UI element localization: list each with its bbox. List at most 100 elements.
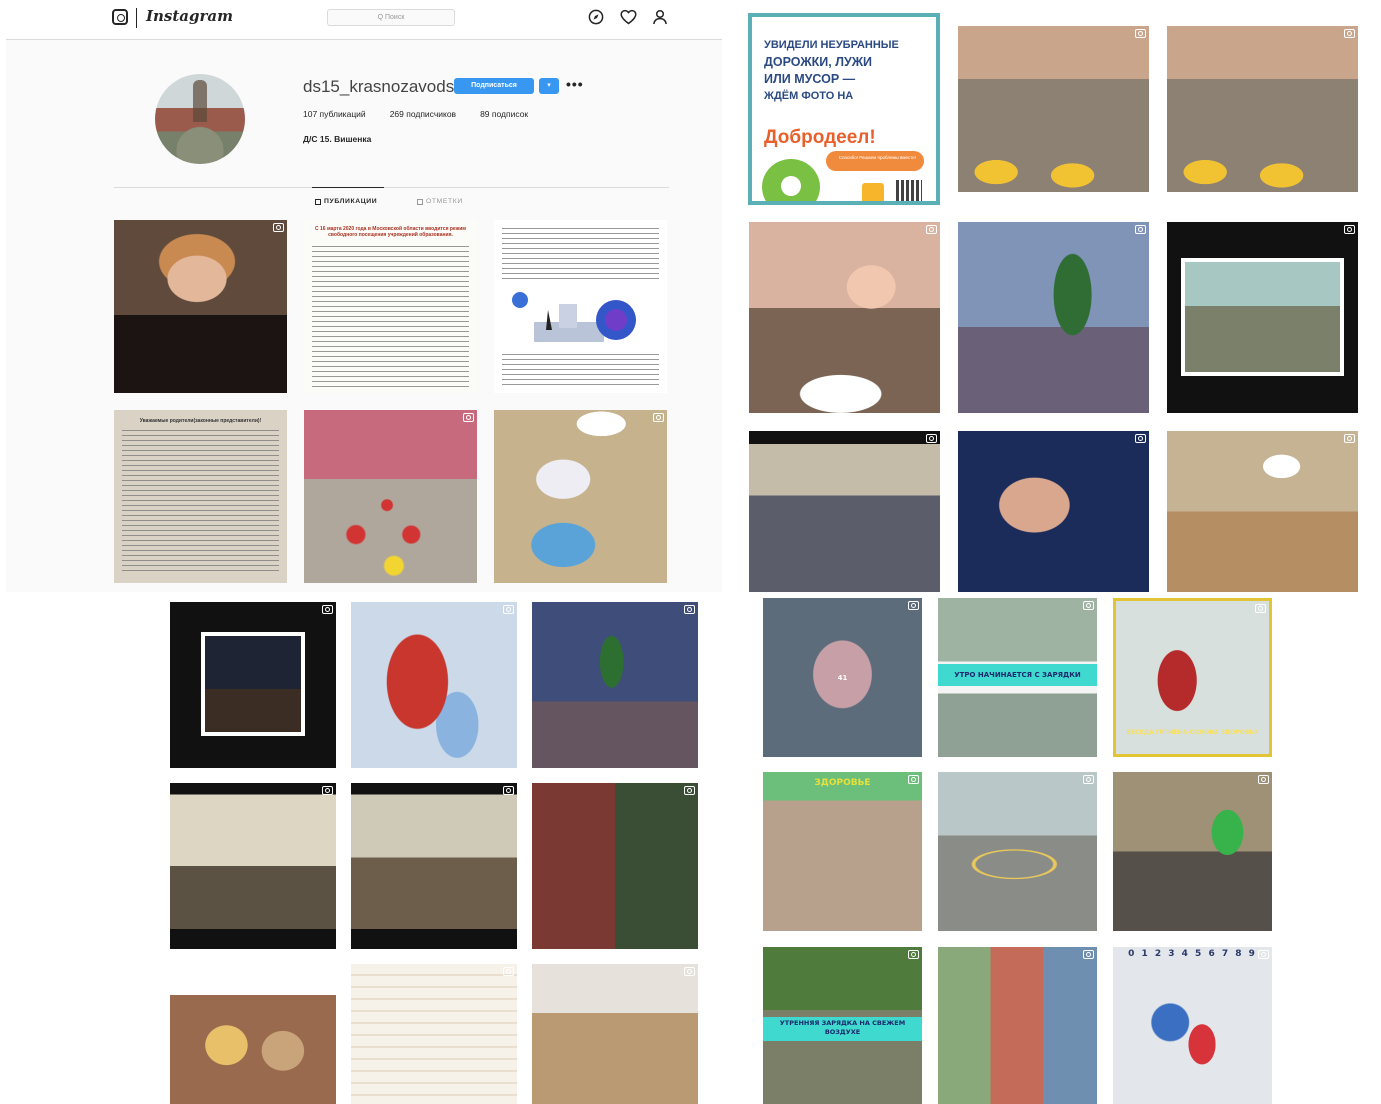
post-tile[interactable] [749, 222, 940, 413]
post-tile[interactable] [938, 947, 1097, 1104]
post-tile[interactable] [170, 783, 336, 949]
following-link[interactable]: 89 подписок [480, 109, 528, 119]
post-tile[interactable]: 41 [763, 598, 922, 757]
profile-person-icon[interactable] [651, 8, 669, 26]
post-tile[interactable] [1167, 431, 1358, 592]
carousel-badge-icon [273, 223, 284, 232]
profile-full-name: Д/С 15. Вишенка [303, 134, 372, 144]
document-text-lines [312, 246, 469, 387]
document-text-lines [122, 430, 279, 575]
post-tile[interactable]: БЕСЕДА ГИГИЕНА-ОСНОВА ЗДОРОВЬЯ [1113, 598, 1272, 757]
poster-line: УВИДЕЛИ НЕУБРАННЫЕ [764, 39, 899, 51]
post-tile[interactable] [1167, 222, 1358, 413]
active-tab-indicator [312, 187, 384, 188]
post-tile[interactable] [749, 431, 940, 592]
smile-icon [862, 183, 884, 201]
carousel-badge-icon [322, 786, 333, 795]
profile-stats: 107 публикаций 269 подписчиков 89 подпис… [303, 109, 528, 119]
tabs-divider [114, 187, 669, 188]
post-tile[interactable]: Уважаемые родители(законные представител… [114, 410, 287, 583]
carousel-badge-icon [1135, 29, 1146, 38]
poster-line: ДОРОЖКИ, ЛУЖИ [764, 55, 873, 69]
post-tile[interactable] [958, 26, 1149, 192]
banner-caption: УТРЕННЯЯ ЗАРЯДКА НА СВЕЖЕМ ВОЗДУХЕ [779, 1019, 906, 1036]
carousel-badge-icon [1135, 434, 1146, 443]
post-tile[interactable] [1167, 26, 1358, 192]
dobrodel-logo [762, 159, 820, 201]
post-tile[interactable] [958, 222, 1149, 413]
post-tile[interactable] [114, 220, 287, 393]
post-grid-top-right: УВИДЕЛИ НЕУБРАННЫЕ ДОРОЖКИ, ЛУЖИ ИЛИ МУС… [722, 0, 1381, 592]
carousel-badge-icon [908, 775, 919, 784]
profile-username: ds15_krasnozavodsk [303, 77, 463, 96]
notice-title: Уважаемые родители(законные представител… [139, 418, 262, 424]
carousel-badge-icon [926, 225, 937, 234]
post-tile[interactable] [170, 964, 336, 1104]
banner-caption: ЗДОРОВЬЕ [814, 778, 871, 788]
suggestions-dropdown-button[interactable]: ▾ [539, 78, 559, 94]
banner-caption: УТРО НАЧИНАЕТСЯ С ЗАРЯДКИ [954, 671, 1081, 679]
carousel-badge-icon [463, 413, 474, 422]
post-tile[interactable] [494, 410, 667, 583]
nav-divider [136, 8, 137, 28]
carousel-badge-icon [684, 967, 695, 976]
search-input[interactable]: Q Поиск [327, 9, 455, 26]
framed-photo [1181, 258, 1344, 376]
carousel-badge-icon [503, 967, 514, 976]
tab-posts[interactable]: ПУБЛИКАЦИИ [315, 198, 377, 205]
more-options-button[interactable]: ••• [566, 76, 584, 92]
carousel-badge-icon [684, 786, 695, 795]
numbers-strip: 0 1 2 3 4 5 6 7 8 9 [1128, 949, 1257, 959]
poster-pill: Спасибо! Решаем проблемы вместе! [826, 151, 924, 171]
carousel-badge-icon [908, 950, 919, 959]
tab-tagged-label: ОТМЕТКИ [426, 198, 463, 205]
instagram-profile-screenshot: Instagram Q Поиск ds15_krasnozavodsk Под… [6, 0, 722, 592]
post-tile[interactable] [532, 964, 698, 1104]
post-tile[interactable]: УТРЕННЯЯ ЗАРЯДКА НА СВЕЖЕМ ВОЗДУХЕ [763, 947, 922, 1104]
instagram-glyph-icon[interactable] [112, 9, 128, 25]
post-tile[interactable]: 0 1 2 3 4 5 6 7 8 9 [1113, 947, 1272, 1104]
virus-illustration [512, 292, 636, 342]
post-tile[interactable] [351, 783, 517, 949]
like-counter: 41 [837, 674, 848, 682]
post-tile[interactable] [351, 964, 517, 1104]
carousel-badge-icon [1083, 601, 1094, 610]
document-text-lines [502, 354, 659, 387]
instagram-wordmark[interactable]: Instagram [146, 7, 233, 25]
tag-icon [417, 198, 423, 205]
tab-tagged[interactable]: ОТМЕТКИ [417, 198, 463, 205]
poster-line: ИЛИ МУСОР — [764, 72, 856, 86]
grid-icon [315, 198, 321, 205]
heart-icon[interactable] [619, 8, 637, 26]
carousel-badge-icon [1258, 950, 1269, 959]
explore-compass-icon[interactable] [587, 8, 605, 26]
post-tile[interactable] [170, 602, 336, 768]
post-tile[interactable]: УТРО НАЧИНАЕТСЯ С ЗАРЯДКИ [938, 598, 1097, 757]
profile-avatar[interactable] [155, 74, 245, 164]
post-tile[interactable] [304, 410, 477, 583]
carousel-badge-icon [653, 413, 664, 422]
post-tile[interactable] [958, 431, 1149, 592]
post-tile[interactable] [532, 602, 698, 768]
post-tile[interactable] [494, 220, 667, 393]
carousel-badge-icon [908, 601, 919, 610]
post-document-title: С 16 марта 2020 года в Московской област… [315, 226, 466, 238]
posts-count: 107 публикаций [303, 109, 366, 119]
tab-posts-label: ПУБЛИКАЦИИ [324, 198, 378, 205]
post-tile[interactable] [532, 783, 698, 949]
top-navigation-bar: Instagram Q Поиск [6, 0, 722, 40]
follow-button[interactable]: Подписаться [454, 78, 534, 94]
qr-code [896, 180, 922, 201]
carousel-badge-icon [503, 605, 514, 614]
post-tile[interactable] [1113, 772, 1272, 931]
eco-poster-tile[interactable]: УВИДЕЛИ НЕУБРАННЫЕ ДОРОЖКИ, ЛУЖИ ИЛИ МУС… [748, 13, 940, 205]
post-tile[interactable] [938, 772, 1097, 931]
carousel-badge-icon [1344, 225, 1355, 234]
post-tile[interactable]: С 16 марта 2020 года в Московской област… [304, 220, 477, 393]
post-grid-bottom-left [148, 592, 723, 1104]
post-tile[interactable]: ЗДОРОВЬЕ [763, 772, 922, 931]
poster-heading: УВИДЕЛИ НЕУБРАННЫЕ ДОРОЖКИ, ЛУЖИ ИЛИ МУС… [764, 37, 929, 105]
carousel-badge-icon [1258, 775, 1269, 784]
post-tile[interactable] [351, 602, 517, 768]
followers-link[interactable]: 269 подписчиков [390, 109, 456, 119]
